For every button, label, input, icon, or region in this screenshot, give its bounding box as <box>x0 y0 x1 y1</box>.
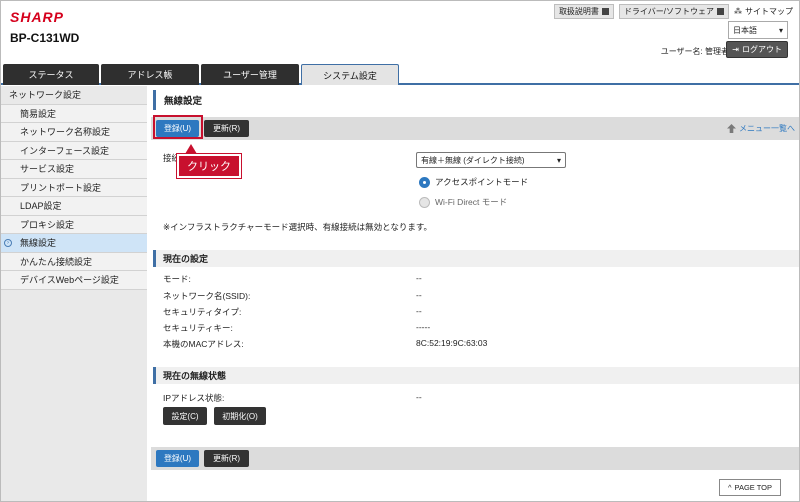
tab-user-management[interactable]: ユーザー管理 <box>201 64 299 85</box>
update-button-bottom[interactable]: 更新(R) <box>204 450 249 467</box>
sitemap-link[interactable]: ⁂ サイトマップ <box>734 6 793 17</box>
arrow-up-icon <box>727 124 736 133</box>
radio-wifi-direct[interactable]: Wi-Fi Direct モード <box>419 196 507 208</box>
chevron-up-icon: ^ <box>727 483 732 492</box>
sidebar: ネットワーク設定 簡易設定 ネットワーク名称設定 インターフェース設定 サービス… <box>1 86 147 501</box>
logout-icon: ⇥ <box>732 45 739 54</box>
radio-access-point[interactable]: アクセスポイントモード <box>419 176 528 188</box>
chevron-right-icon: › <box>4 238 12 247</box>
external-icon <box>601 8 609 15</box>
radio-access-point-label: アクセスポイントモード <box>435 177 529 187</box>
language-value: 日本語 <box>733 25 757 35</box>
security-type-label: セキュリティタイプ: <box>163 307 242 317</box>
sidebar-heading[interactable]: ネットワーク設定 <box>1 86 147 105</box>
register-button-bottom[interactable]: 登録(U) <box>156 450 199 467</box>
security-type-value: -- <box>416 306 422 316</box>
logout-label: ログアウト <box>742 45 782 54</box>
external-icon <box>717 8 724 15</box>
mode-label: モード: <box>163 274 191 284</box>
register-button[interactable]: 登録(U) <box>156 120 199 137</box>
click-callout: クリック <box>177 144 241 178</box>
sitemap-label: サイトマップ <box>745 7 793 16</box>
sidebar-item-wireless[interactable]: › 無線設定 <box>1 234 147 253</box>
infra-note: ※インフラストラクチャーモード選択時、有線接続は無効となります。 <box>163 222 433 232</box>
sidebar-item-ldap[interactable]: LDAP設定 <box>1 197 147 216</box>
page-top-button[interactable]: ^ PAGE TOP <box>719 479 781 496</box>
mac-address-value: 8C:52:19:9C:63:03 <box>416 338 488 348</box>
sidebar-item-proxy[interactable]: プロキシ設定 <box>1 215 147 234</box>
ip-status-value: -- <box>416 392 422 402</box>
main-content: 無線設定 登録(U) 更新(R) メニュー一覧へ 接続 クリック 有線＋無線 (… <box>151 86 799 501</box>
settings-button[interactable]: 設定(C) <box>163 407 207 425</box>
manual-label: 取扱説明書 <box>558 7 599 16</box>
mac-address-label: 本機のMACアドレス: <box>163 339 244 349</box>
sidebar-item-easy-setup[interactable]: 簡易設定 <box>1 104 147 123</box>
security-key-label: セキュリティキー: <box>163 323 233 333</box>
radio-wifi-direct-label: Wi-Fi Direct モード <box>435 197 508 207</box>
logout-button[interactable]: ⇥ ログアウト <box>726 41 788 58</box>
user-name: ユーザー名: 管理者 <box>660 47 729 56</box>
brand-logo: SHARP <box>10 9 65 25</box>
driver-label: ドライバー/ソフトウェア <box>623 7 714 16</box>
tab-address-book[interactable]: アドレス帳 <box>101 64 199 85</box>
page-title: 無線設定 <box>153 90 202 110</box>
language-select[interactable]: 日本語 ▾ <box>728 21 788 39</box>
wireless-status-heading: 現在の無線状態 <box>153 367 799 384</box>
tab-system-settings[interactable]: システム設定 <box>301 64 399 85</box>
ssid-value: -- <box>416 290 422 300</box>
top-links: 取扱説明書 ドライバー/ソフトウェア ⁂ サイトマップ <box>553 4 793 19</box>
menu-list-label: メニュー一覧へ <box>739 124 795 133</box>
sidebar-item-service[interactable]: サービス設定 <box>1 160 147 179</box>
connection-select[interactable]: 有線＋無線 (ダイレクト接続) ▾ <box>416 152 566 168</box>
current-settings-heading: 現在の設定 <box>153 250 799 267</box>
sitemap-icon: ⁂ <box>734 7 742 16</box>
sidebar-item-print-port[interactable]: プリントポート設定 <box>1 178 147 197</box>
sidebar-item-device-web[interactable]: デバイスWebページ設定 <box>1 271 147 290</box>
ip-status-label: IPアドレス状態: <box>163 393 225 403</box>
manual-link[interactable]: 取扱説明書 <box>553 4 614 19</box>
connection-value: 有線＋無線 (ダイレクト接続) <box>421 155 525 165</box>
driver-link[interactable]: ドライバー/ソフトウェア <box>618 4 729 19</box>
page-top-label: PAGE TOP <box>734 483 773 492</box>
menu-list-link[interactable]: メニュー一覧へ <box>727 123 795 134</box>
radio-dot-icon <box>419 176 430 188</box>
browser-page: SHARP BP-C131WD 取扱説明書 ドライバー/ソフトウェア ⁂ サイトマ… <box>0 0 800 502</box>
radio-dot-icon <box>419 196 430 208</box>
sidebar-item-label: 無線設定 <box>20 238 57 249</box>
sidebar-item-easy-connect[interactable]: かんたん接続設定 <box>1 252 147 271</box>
reset-button[interactable]: 初期化(O) <box>214 407 266 425</box>
chevron-down-icon: ▾ <box>556 155 561 165</box>
ssid-label: ネットワーク名(SSID): <box>163 291 251 301</box>
mode-value: -- <box>416 273 422 283</box>
update-button[interactable]: 更新(R) <box>204 120 249 137</box>
model-name: BP-C131WD <box>10 31 80 45</box>
sidebar-item-network-name[interactable]: ネットワーク名称設定 <box>1 123 147 142</box>
sidebar-item-interface[interactable]: インターフェース設定 <box>1 141 147 160</box>
main-tabs: ステータス アドレス帳 ユーザー管理 システム設定 <box>1 62 799 85</box>
chevron-down-icon: ▾ <box>778 25 783 35</box>
security-key-value: ----- <box>416 322 431 332</box>
tab-status[interactable]: ステータス <box>3 64 99 85</box>
